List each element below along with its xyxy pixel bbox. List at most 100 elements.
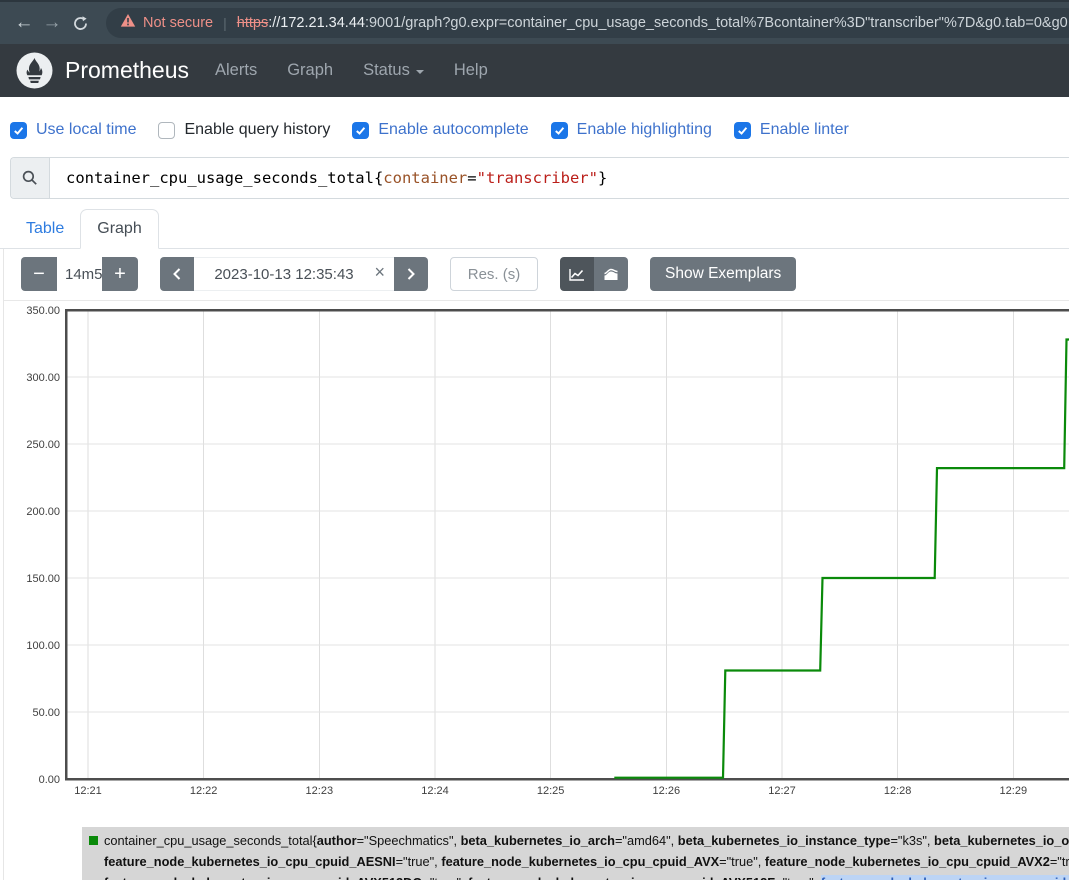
x-tick-label: 12:29 [1000, 785, 1028, 797]
legend-label-name: feature_node_kubernetes_io_cpu_cpuid_AVX… [765, 854, 1050, 869]
option-enable-linter[interactable]: Enable linter [734, 121, 849, 139]
series-swatch-icon [89, 836, 98, 845]
legend-line: feature_node_kubernetes_io_cpu_cpuid_AES… [82, 851, 1069, 872]
checkbox-checked-icon[interactable] [551, 122, 568, 139]
legend-item[interactable]: container_cpu_usage_seconds_total{author… [82, 827, 1069, 880]
browser-forward-icon[interactable]: → [38, 12, 66, 34]
legend-selected-text: feature_node_kubernetes_io_cpu_cpuid_AVX… [821, 875, 1069, 880]
option-use-local-time[interactable]: Use local time [10, 121, 136, 139]
previous-time-button[interactable] [160, 257, 194, 291]
url-scheme: https [237, 15, 268, 31]
url-domain: ://172.21.34.44 [268, 15, 365, 31]
nav-link-graph[interactable]: Graph [287, 61, 333, 80]
x-tick-label: 12:25 [537, 785, 565, 797]
legend-block: container_cpu_usage_seconds_total{author… [82, 827, 1069, 880]
graph-controls: − + × [4, 249, 1069, 301]
legend-label-name: feature_node_kubernetes_io_cpu_cpuid_AVX [441, 854, 719, 869]
range-input[interactable] [57, 257, 102, 291]
y-tick-label: 0.00 [39, 774, 60, 786]
query-token-label: container [383, 169, 467, 187]
clear-time-icon[interactable]: × [374, 262, 385, 283]
stacked-chart-icon [602, 267, 620, 282]
end-time-input[interactable] [194, 258, 394, 290]
legend-label-value: ="true", [719, 854, 765, 869]
checkbox-checked-icon[interactable] [352, 122, 369, 139]
legend-label-name: feature_node_kubernetes_io_cpu_cpuid_AES… [104, 854, 396, 869]
y-tick-label: 350.00 [26, 305, 60, 317]
show-exemplars-button[interactable]: Show Exemplars [650, 257, 796, 291]
y-tick-label: 50.00 [32, 707, 60, 719]
y-tick-label: 300.00 [26, 372, 60, 384]
caret-down-icon [416, 70, 424, 74]
legend-line: container_cpu_usage_seconds_total{author… [82, 830, 1069, 851]
option-label: Enable highlighting [577, 121, 712, 139]
nav-link-status[interactable]: Status [363, 61, 424, 80]
graph-panel: − + × [3, 249, 1069, 880]
checkbox-unchecked-icon[interactable] [158, 122, 175, 139]
browser-reload-icon[interactable] [66, 15, 94, 32]
query-token-metric: } [598, 169, 607, 187]
legend-label-name: beta_kubernetes_io_os [934, 833, 1069, 848]
legend-label-name: feature_node_kubernetes_io_cpu_cpuid_AVX… [104, 875, 422, 880]
query-row: container_cpu_usage_seconds_total{contai… [10, 157, 1069, 199]
tab-table[interactable]: Table [10, 210, 80, 248]
chevron-left-icon [171, 267, 183, 281]
prometheus-logo-icon[interactable] [16, 52, 53, 89]
increase-range-button[interactable]: + [102, 257, 138, 291]
nav-link-help[interactable]: Help [454, 61, 488, 80]
tab-graph[interactable]: Graph [80, 209, 158, 249]
y-tick-label: 150.00 [26, 573, 60, 585]
chart-area[interactable]: 0.0050.00100.00150.00200.00250.00300.003… [4, 301, 1069, 805]
legend-label-value: ="k3s", [890, 833, 934, 848]
legend-label-value: ="true", [396, 854, 442, 869]
legend-label-value: ="amd64", [615, 833, 678, 848]
duration-stepper: − + [21, 257, 138, 291]
query-expression-input[interactable]: container_cpu_usage_seconds_total{contai… [50, 158, 1069, 198]
x-tick-label: 12:27 [768, 785, 796, 797]
chevron-right-icon [405, 267, 417, 281]
legend-label-name: beta_kubernetes_io_instance_type [678, 833, 891, 848]
cpu-usage-chart[interactable]: 0.0050.00100.00150.00200.00250.00300.003… [4, 301, 1069, 805]
stacked-chart-button[interactable] [594, 257, 628, 291]
option-enable-query-history[interactable]: Enable query history [158, 121, 330, 139]
x-tick-label: 12:26 [653, 785, 681, 797]
browser-back-icon[interactable]: ← [10, 12, 38, 34]
next-time-button[interactable] [394, 257, 428, 291]
nav-link-alerts[interactable]: Alerts [215, 61, 257, 80]
option-label: Enable query history [184, 121, 330, 139]
legend-metric-name: container_cpu_usage_seconds_total{ [104, 833, 317, 848]
navbar-links: Alerts Graph Status Help [215, 61, 488, 80]
address-bar[interactable]: Not secure | https://172.21.34.44:9001/g… [106, 8, 1069, 38]
plot-border [66, 310, 1069, 779]
brand-prometheus[interactable]: Prometheus [65, 57, 189, 84]
query-token-metric: container_cpu_usage_seconds_total{ [66, 169, 383, 187]
options-row: Use local time Enable query history Enable… [0, 97, 1069, 147]
decrease-range-button[interactable]: − [21, 257, 57, 291]
legend-label-name: feature_node_kubernetes_io_cpu_cpuid_AVX… [468, 875, 775, 880]
option-enable-autocomplete[interactable]: Enable autocomplete [352, 121, 528, 139]
legend-label-name: beta_kubernetes_io_arch [461, 833, 615, 848]
url-path: :9001/graph?g0.expr=container_cpu_usage_… [365, 15, 1069, 31]
browser-toolbar: ← → Not secure | https://172.21.34.44:90… [0, 0, 1069, 44]
x-tick-label: 12:22 [190, 785, 218, 797]
chart-type-toggle [560, 257, 628, 291]
checkbox-checked-icon[interactable] [734, 122, 751, 139]
not-secure-label: Not secure [143, 15, 213, 31]
option-label: Enable autocomplete [378, 121, 528, 139]
option-label: Enable linter [760, 121, 849, 139]
x-tick-label: 12:23 [306, 785, 334, 797]
checkbox-checked-icon[interactable] [10, 122, 27, 139]
option-enable-highlighting[interactable]: Enable highlighting [551, 121, 712, 139]
datetime-picker: × [160, 257, 428, 291]
legend-label-value: ="true", [775, 875, 821, 880]
query-search-button[interactable] [11, 158, 50, 198]
y-tick-label: 200.00 [26, 506, 60, 518]
legend-line: feature_node_kubernetes_io_cpu_cpuid_AVX… [82, 872, 1069, 880]
line-chart-icon [568, 267, 586, 282]
legend-label-value: ="true", [422, 875, 468, 880]
line-chart-button[interactable] [560, 257, 594, 291]
y-tick-label: 250.00 [26, 439, 60, 451]
query-token-op: = [467, 169, 476, 187]
resolution-input[interactable] [450, 257, 538, 291]
x-tick-label: 12:28 [884, 785, 912, 797]
